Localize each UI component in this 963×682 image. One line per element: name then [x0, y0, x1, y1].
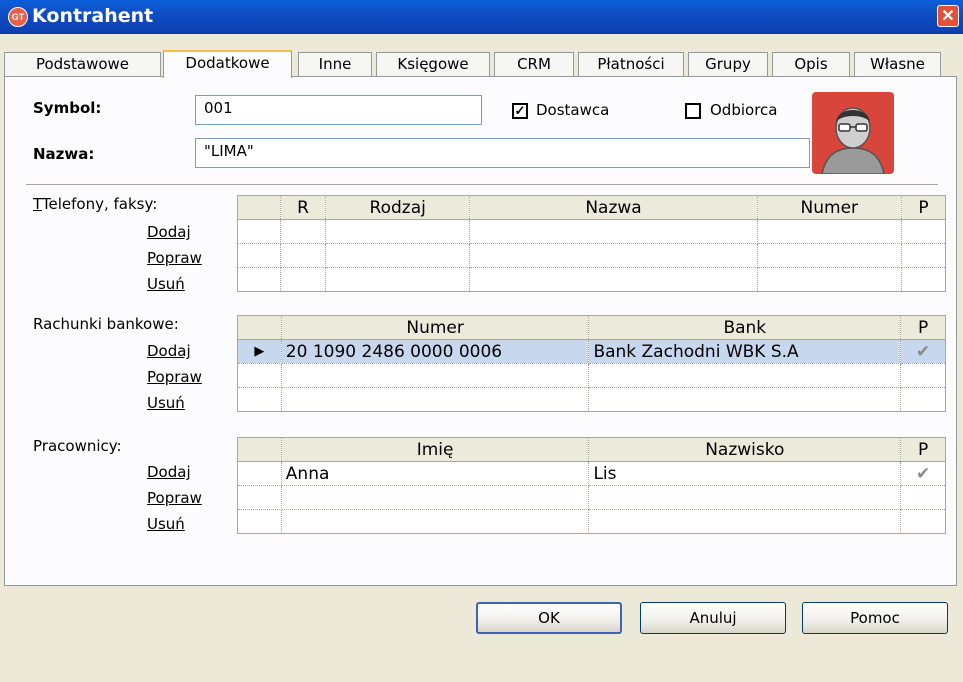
tab-grupy[interactable]: Grupy	[688, 52, 768, 76]
row-pointer-icon: ▶	[237, 339, 282, 364]
table-header: Imię Nazwisko P	[237, 437, 946, 462]
phones-label: TTelefony, faksy:	[33, 195, 158, 213]
col-nazwisko[interactable]: Nazwisko	[588, 437, 902, 462]
app-icon: GT	[8, 7, 28, 27]
title-bar: GT Kontrahent ✕	[0, 0, 963, 34]
col-nazwa[interactable]: Nazwa	[469, 195, 758, 220]
employees-add-link[interactable]: Dodaj	[147, 463, 191, 481]
window-title: Kontrahent	[32, 5, 154, 27]
contractor-avatar	[812, 92, 894, 174]
account-bank: Bank Zachodni WBK S.A	[588, 339, 902, 364]
accounts-add-link[interactable]: Dodaj	[147, 342, 191, 360]
tab-opis[interactable]: Opis	[772, 52, 850, 76]
col-indicator	[237, 437, 282, 462]
tab-podstawowe[interactable]: Podstawowe	[4, 52, 161, 76]
table-row[interactable]: ▶ 20 1090 2486 0000 0006 Bank Zachodni W…	[237, 339, 946, 364]
table-header: Numer Bank P	[237, 315, 946, 340]
symbol-input[interactable]: 001	[195, 95, 482, 125]
nazwa-label: Nazwa:	[33, 145, 95, 163]
employees-delete-link[interactable]: Usuń	[147, 515, 185, 533]
accounts-edit-link[interactable]: Popraw	[147, 368, 202, 386]
col-indicator	[237, 315, 282, 340]
check-icon: ✔	[900, 339, 946, 364]
cancel-button[interactable]: Anuluj	[640, 602, 786, 634]
phones-add-link[interactable]: Dodaj	[147, 223, 191, 241]
table-row[interactable]	[236, 267, 947, 292]
employees-table[interactable]: Imię Nazwisko P Anna Lis ✔	[237, 437, 946, 534]
table-row[interactable]	[237, 387, 946, 412]
check-icon: ✔	[900, 461, 946, 486]
col-p[interactable]: P	[900, 437, 946, 462]
table-row[interactable]	[237, 363, 946, 388]
tab-platnosci[interactable]: Płatności	[578, 52, 684, 76]
phones-delete-link[interactable]: Usuń	[147, 275, 185, 293]
employees-label: Pracownicy:	[33, 437, 122, 455]
col-rodzaj[interactable]: Rodzaj	[325, 195, 471, 220]
employee-last-name: Lis	[588, 461, 902, 486]
table-row[interactable]: Anna Lis ✔	[237, 461, 946, 486]
col-numer[interactable]: Numer	[280, 315, 590, 340]
symbol-label: Symbol:	[33, 99, 102, 117]
col-bank[interactable]: Bank	[588, 315, 902, 340]
account-number: 20 1090 2486 0000 0006	[280, 339, 590, 364]
odbiorca-label[interactable]: Odbiorca	[710, 101, 777, 119]
col-blank	[236, 195, 282, 220]
tab-dodatkowe[interactable]: Dodatkowe	[163, 50, 292, 78]
phones-edit-link[interactable]: Popraw	[147, 249, 202, 267]
separator	[26, 184, 938, 185]
accounts-table[interactable]: Numer Bank P ▶ 20 1090 2486 0000 0006 Ba…	[237, 315, 946, 412]
table-header: R Rodzaj Nazwa Numer P	[236, 195, 947, 220]
table-row[interactable]	[237, 485, 946, 510]
tab-crm[interactable]: CRM	[494, 52, 574, 76]
tab-ksiegowe[interactable]: Księgowe	[376, 52, 490, 76]
col-imie[interactable]: Imię	[280, 437, 590, 462]
col-p[interactable]: P	[900, 315, 946, 340]
col-p[interactable]: P	[900, 195, 947, 220]
nazwa-input[interactable]: "LIMA"	[195, 138, 810, 168]
close-button[interactable]: ✕	[937, 5, 959, 27]
phones-table[interactable]: R Rodzaj Nazwa Numer P	[236, 195, 947, 292]
help-button[interactable]: Pomoc	[802, 602, 948, 634]
accounts-delete-link[interactable]: Usuń	[147, 394, 185, 412]
person-icon	[821, 107, 885, 174]
odbiorca-checkbox[interactable]	[685, 103, 701, 119]
dostawca-label[interactable]: Dostawca	[536, 101, 609, 119]
col-r[interactable]: R	[280, 195, 327, 220]
employees-edit-link[interactable]: Popraw	[147, 489, 202, 507]
ok-button[interactable]: OK	[476, 602, 622, 634]
tab-strip: Podstawowe Dodatkowe Inne Księgowe CRM P…	[4, 50, 959, 78]
table-row[interactable]	[237, 509, 946, 534]
employee-first-name: Anna	[280, 461, 590, 486]
tab-wlasne[interactable]: Własne	[854, 52, 941, 76]
col-numer[interactable]: Numer	[756, 195, 902, 220]
table-row[interactable]	[236, 219, 947, 244]
accounts-label: Rachunki bankowe:	[33, 315, 179, 333]
tab-inne[interactable]: Inne	[298, 52, 372, 76]
table-row[interactable]	[236, 243, 947, 268]
dostawca-checkbox[interactable]: ✓	[512, 103, 528, 119]
